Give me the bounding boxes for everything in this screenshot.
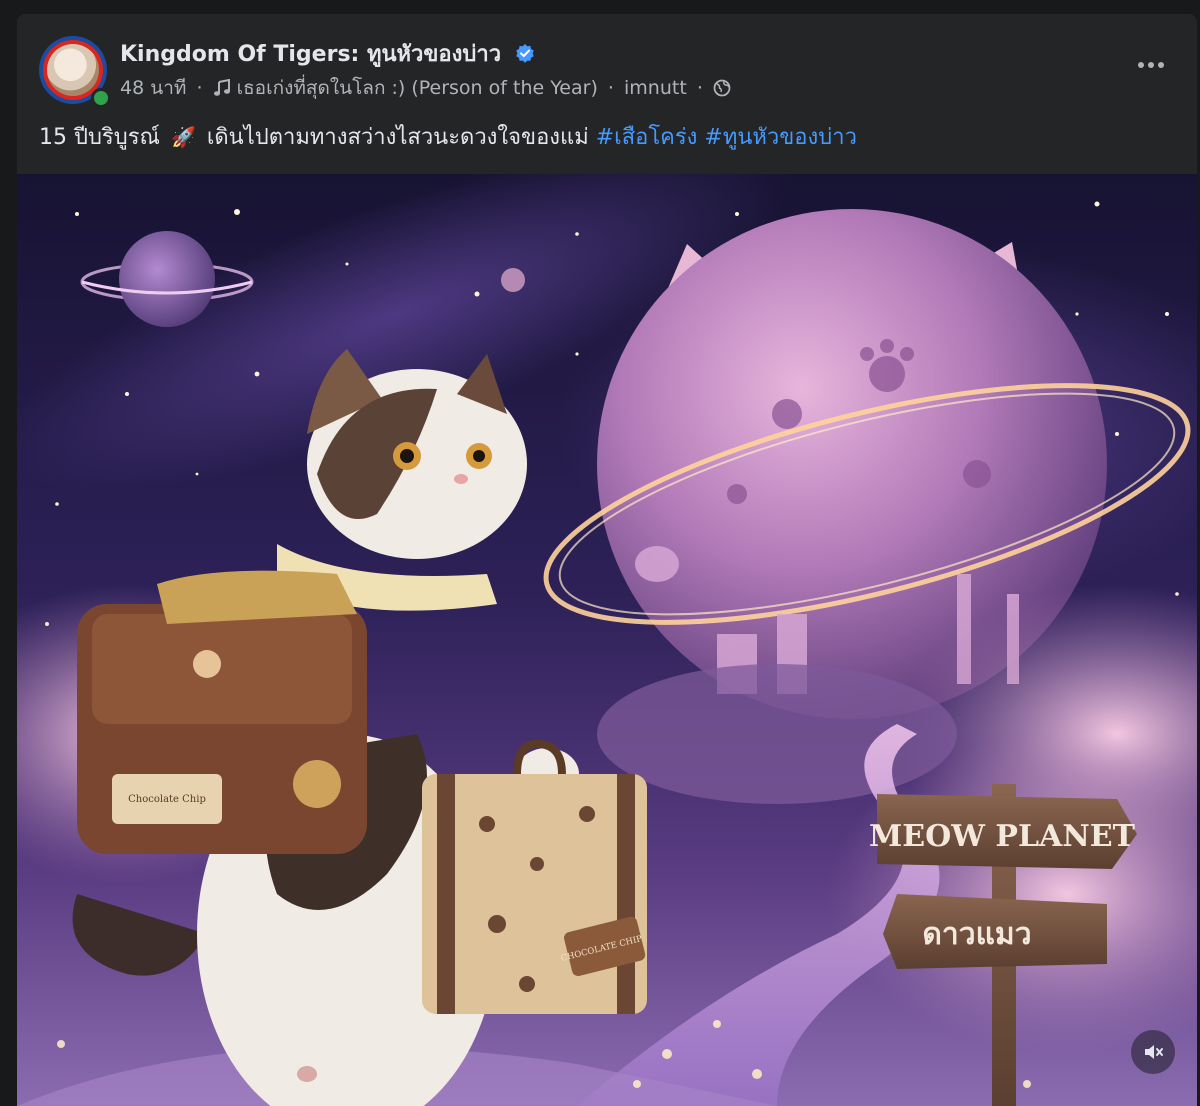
globe-icon[interactable] xyxy=(713,79,731,97)
page-avatar[interactable] xyxy=(39,36,111,108)
sign-dao-maew: ดาวแมว xyxy=(922,917,1031,952)
page-name[interactable]: Kingdom Of Tigers: ทูนหัวของบ่าว xyxy=(120,42,501,67)
rocket-emoji: 🚀 xyxy=(170,125,196,149)
hashtag-link[interactable]: #เสือโคร่ง xyxy=(596,125,698,150)
more-options-icon[interactable] xyxy=(1133,50,1169,80)
chocolate-suitcase: CHOCOLATE CHIP xyxy=(422,739,647,1014)
music-title[interactable]: เธอเก่งที่สุดในโลก :) (Person of the Yea… xyxy=(237,77,598,99)
music-note-icon xyxy=(213,78,230,96)
page-name-link[interactable]: Kingdom Of Tigers: ทูนหัวของบ่าว xyxy=(120,36,535,71)
post-meta: 48 นาที · เธอเก่งที่สุดในโลก :) (Person … xyxy=(120,73,731,103)
space-cat-illustration: Chocolate Chip CHOCOLATE CHIP MEOW PLANE… xyxy=(17,174,1197,1106)
verified-badge-icon xyxy=(515,44,534,63)
caption-body: เดินไปตามทางสว่างไสวนะดวงใจของแม่ xyxy=(206,125,589,150)
feed-post: Kingdom Of Tigers: ทูนหัวของบ่าว 48 นาที… xyxy=(17,14,1197,1106)
online-status-dot xyxy=(91,88,111,108)
post-caption: 15 ปีบริบูรณ์ 🚀 เดินไปตามทางสว่างไสวนะดว… xyxy=(39,119,857,154)
post-image[interactable]: Chocolate Chip CHOCOLATE CHIP MEOW PLANE… xyxy=(17,174,1197,1106)
music-artist[interactable]: imnutt xyxy=(624,77,687,99)
bag-label: Chocolate Chip xyxy=(128,794,206,805)
post-timestamp[interactable]: 48 นาที xyxy=(120,77,186,99)
chocolate-backpack: Chocolate Chip xyxy=(77,570,367,854)
hashtag-link[interactable]: #ทูนหัวของบ่าว xyxy=(704,125,857,150)
sign-meow-planet: MEOW PLANET xyxy=(869,819,1136,854)
speaker-muted-icon[interactable] xyxy=(1131,1030,1175,1074)
caption-text: 15 ปีบริบูรณ์ xyxy=(39,125,160,150)
